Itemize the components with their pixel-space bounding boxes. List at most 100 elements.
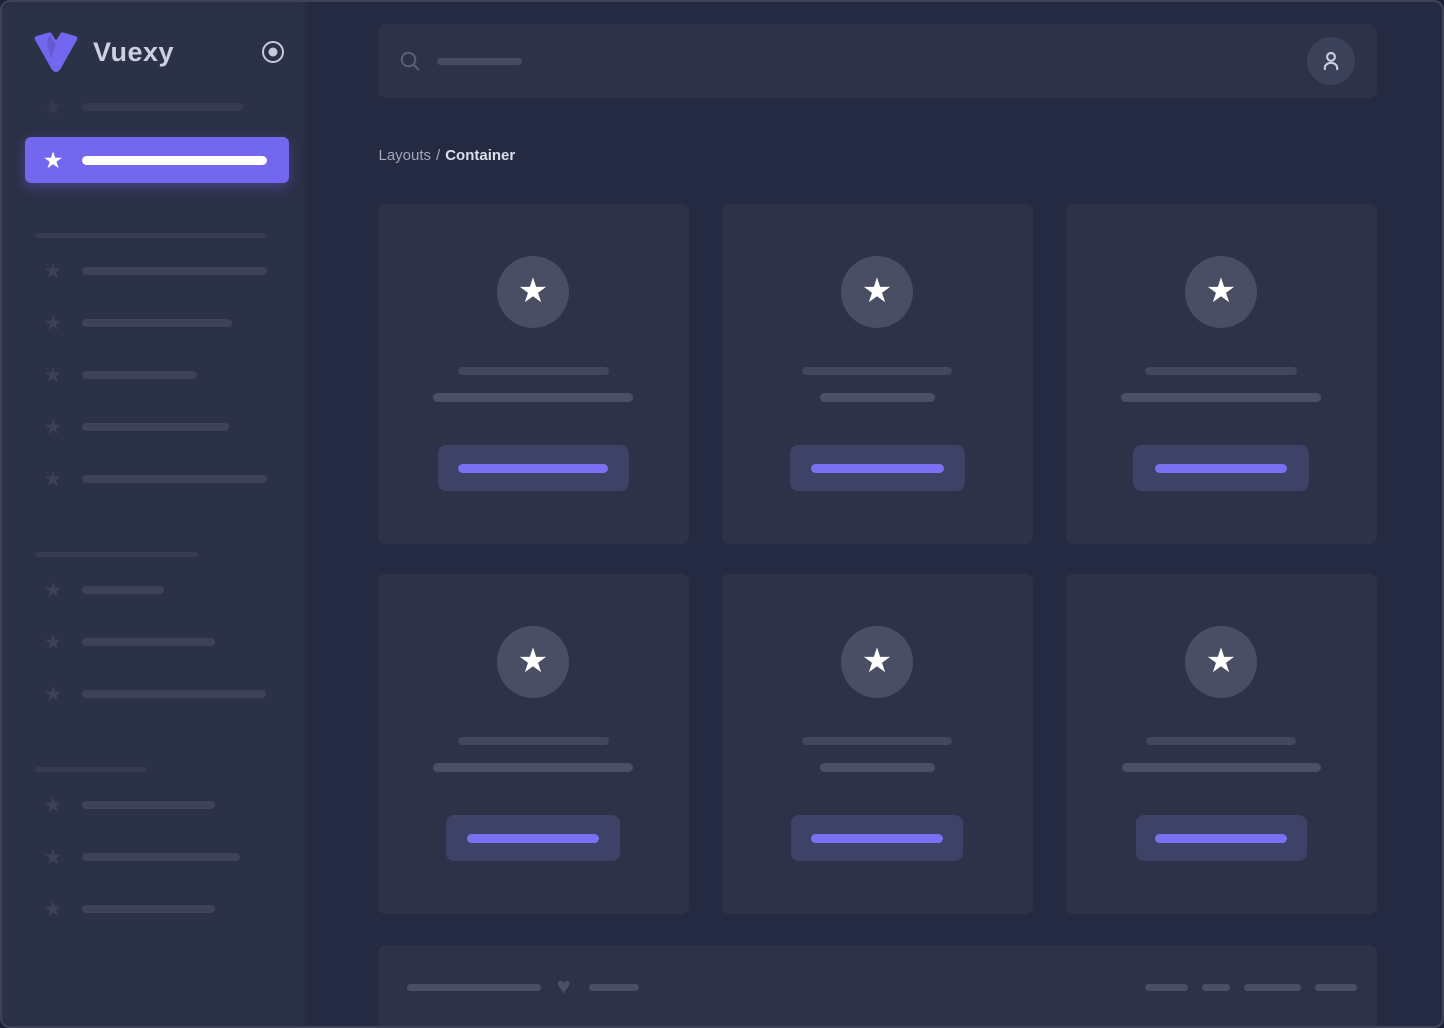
- card-action-button[interactable]: [437, 445, 629, 491]
- button-label-skeleton: [458, 463, 608, 473]
- app-window: Vuexy ★ ★ ★ ★ ★ ★ ★ ★ ★ ★ ★ ★ ★ Layouts …: [0, 0, 1444, 1028]
- sidebar-nav: ★ ★ ★ ★ ★ ★ ★ ★ ★ ★ ★ ★ ★: [2, 72, 312, 932]
- footer-link-skeleton[interactable]: [1201, 983, 1230, 991]
- sidebar-item[interactable]: ★: [25, 404, 289, 450]
- brand-name: Vuexy: [93, 36, 175, 67]
- skeleton-label: [82, 475, 267, 483]
- card-avatar-badge: ★: [497, 256, 569, 328]
- card-action-button[interactable]: [1133, 445, 1309, 491]
- star-icon: ★: [43, 363, 63, 387]
- skeleton-text-line: [819, 393, 935, 402]
- card: ★: [1065, 204, 1377, 544]
- card-avatar-badge: ★: [1185, 626, 1257, 698]
- skeleton-title-line: [802, 367, 952, 375]
- skeleton-label: [82, 267, 267, 275]
- brand-header: Vuexy: [2, 2, 312, 72]
- skeleton-label: [82, 638, 215, 646]
- button-label-skeleton: [810, 463, 944, 473]
- sidebar-item[interactable]: ★: [25, 300, 289, 346]
- search-icon: [400, 51, 419, 71]
- nav-section-heading: [35, 233, 266, 238]
- heart-icon: ♥: [556, 973, 571, 1000]
- sidebar-item[interactable]: ★: [25, 782, 289, 828]
- star-icon: ★: [43, 630, 63, 654]
- menu-pin-toggle-icon[interactable]: [260, 39, 286, 65]
- breadcrumb-section[interactable]: Layouts: [379, 147, 432, 164]
- main-area: Layouts / Container ★ ★ ★ ★ ★ ★ ♥: [312, 2, 1442, 1026]
- skeleton-text-line: [1121, 763, 1321, 772]
- star-icon: ★: [42, 146, 64, 173]
- card-action-button[interactable]: [791, 815, 963, 861]
- skeleton-text-line: [433, 393, 633, 402]
- nav-section-heading: [35, 767, 147, 772]
- sidebar-item[interactable]: ★: [25, 352, 289, 398]
- skeleton-text-line: [819, 763, 935, 772]
- nav-group: ★ ★ ★: [2, 782, 312, 932]
- skeleton-label: [82, 371, 197, 379]
- star-icon: ★: [517, 271, 549, 310]
- star-icon: ★: [43, 311, 63, 335]
- search-placeholder-skeleton: [436, 57, 522, 65]
- sidebar-item[interactable]: ★: [25, 567, 289, 613]
- star-icon: ★: [1205, 271, 1237, 310]
- star-icon: ★: [861, 271, 893, 310]
- skeleton-label: [82, 423, 229, 431]
- skeleton-label: [82, 103, 243, 111]
- card-action-button[interactable]: [789, 445, 965, 491]
- star-icon: ★: [43, 845, 63, 869]
- skeleton-title-line: [1145, 367, 1297, 375]
- sidebar-item[interactable]: ★: [25, 248, 289, 294]
- star-icon: ★: [43, 259, 63, 283]
- card-avatar-badge: ★: [1185, 256, 1257, 328]
- card-grid: ★ ★ ★ ★ ★ ★: [377, 204, 1377, 914]
- footer-text-skeleton: [588, 983, 639, 991]
- sidebar: Vuexy ★ ★ ★ ★ ★ ★ ★ ★ ★ ★ ★ ★ ★: [2, 2, 312, 1026]
- star-icon: ★: [861, 641, 893, 680]
- skeleton-label: [82, 319, 232, 327]
- footer-link-skeleton[interactable]: [1314, 983, 1357, 991]
- vuexy-logo-icon: [34, 32, 78, 72]
- card: ★: [377, 204, 689, 544]
- button-label-skeleton: [811, 833, 943, 843]
- button-label-skeleton: [467, 833, 599, 843]
- skeleton-title-line: [1146, 737, 1296, 745]
- skeleton-label: [82, 853, 240, 861]
- nav-group: ★ ★ ★: [2, 567, 312, 717]
- footer-links: [1144, 983, 1357, 991]
- sidebar-item[interactable]: ★: [25, 456, 289, 502]
- skeleton-label: [82, 905, 215, 913]
- footer-link-skeleton[interactable]: [1144, 983, 1188, 991]
- skeleton-title-line: [457, 367, 609, 375]
- card: ★: [377, 574, 689, 914]
- breadcrumb-separator: /: [436, 147, 441, 164]
- user-avatar[interactable]: [1306, 37, 1355, 85]
- card: ★: [1065, 574, 1377, 914]
- star-icon: ★: [517, 641, 549, 680]
- footer-card: ♥: [377, 945, 1377, 1026]
- nav-group: ★ ★ ★ ★ ★: [2, 248, 312, 502]
- card-action-button[interactable]: [1135, 815, 1307, 861]
- star-icon: ★: [43, 897, 63, 921]
- top-search-bar[interactable]: [377, 24, 1377, 98]
- sidebar-item-active[interactable]: ★: [25, 137, 289, 183]
- card: ★: [721, 574, 1033, 914]
- star-icon: ★: [43, 682, 63, 706]
- sidebar-item[interactable]: ★: [25, 671, 289, 717]
- sidebar-item[interactable]: ★: [25, 84, 289, 130]
- skeleton-label: [82, 801, 215, 809]
- card-action-button[interactable]: [446, 815, 620, 861]
- skeleton-text-line: [1121, 393, 1321, 402]
- user-icon: [1323, 51, 1338, 71]
- button-label-skeleton: [1155, 463, 1287, 473]
- sidebar-item[interactable]: ★: [25, 886, 289, 932]
- star-icon: ★: [43, 578, 63, 602]
- footer-link-skeleton[interactable]: [1243, 983, 1301, 991]
- card-avatar-badge: ★: [841, 626, 913, 698]
- sidebar-item[interactable]: ★: [25, 834, 289, 880]
- nav-section-heading: [35, 552, 198, 557]
- sidebar-item[interactable]: ★: [25, 619, 289, 665]
- skeleton-title-line: [802, 737, 952, 745]
- star-icon: ★: [43, 95, 63, 119]
- star-icon: ★: [1205, 641, 1237, 680]
- button-label-skeleton: [1155, 833, 1287, 843]
